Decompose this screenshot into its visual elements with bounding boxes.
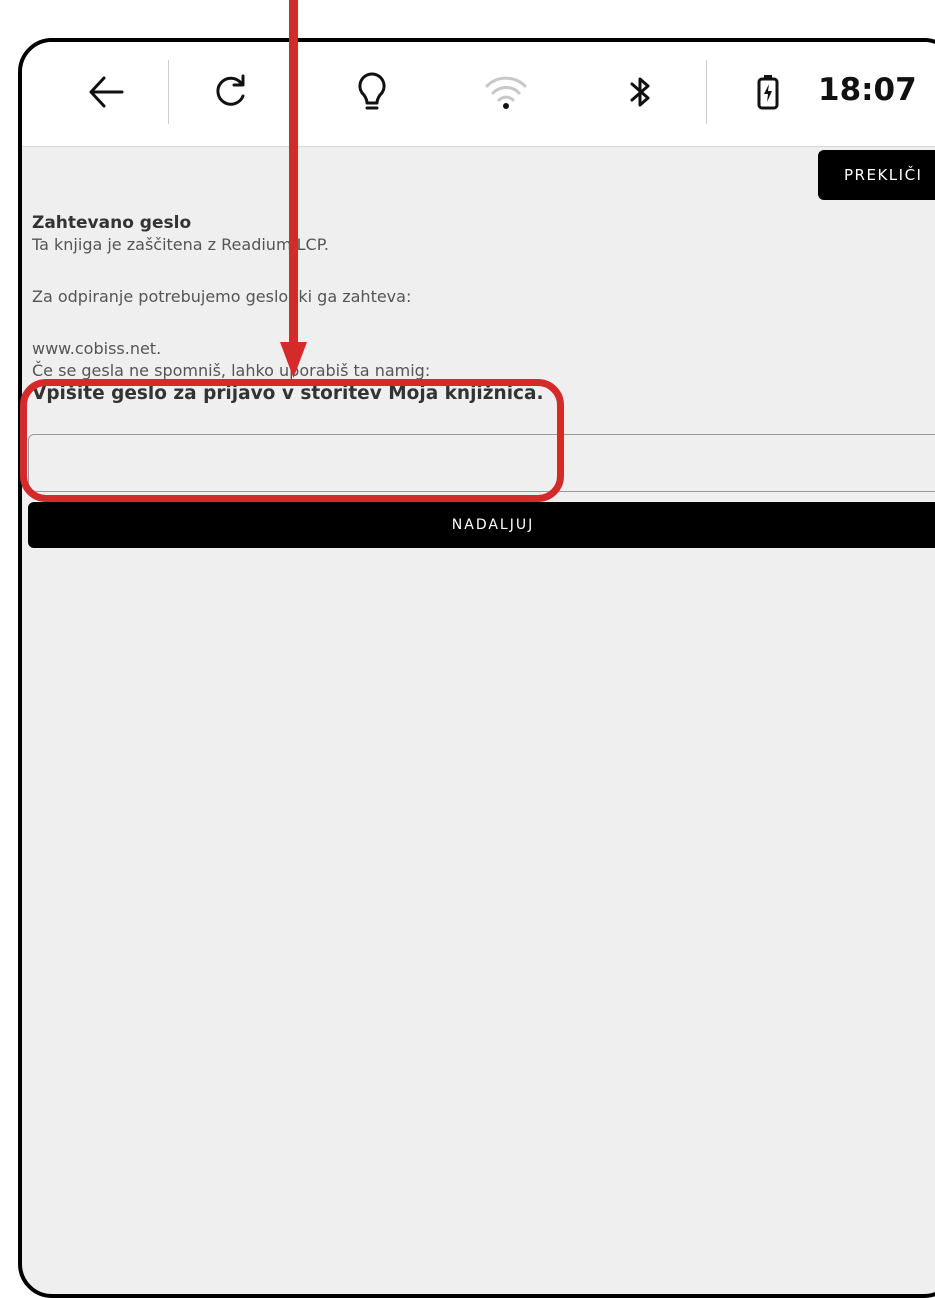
hint-text: Če se gesla ne spomniš, lahko uporabiš t… [32,361,431,380]
bluetooth-icon[interactable] [612,64,668,120]
wifi-icon[interactable] [478,64,534,120]
dialog-text: www.cobiss.net. [32,339,162,358]
back-arrow-icon[interactable] [78,64,134,120]
light-bulb-icon[interactable] [344,64,400,120]
dialog-title: Zahtevano geslo [32,213,192,233]
password-prompt: Vpišite geslo za prijavo v storitev Moja… [32,383,544,404]
device-screen: 18:07 PREKLIČI Zahtevano geslo Ta knjiga… [18,38,935,1298]
dialog-text: Ta knjiga je zaščitena z Readium LCP. [32,235,329,254]
toolbar-divider [706,60,707,124]
cancel-button[interactable]: PREKLIČI [818,150,935,200]
battery-icon [740,64,796,120]
clock: 18:07 [818,72,917,108]
continue-button[interactable]: NADALJUJ [28,502,935,548]
password-input[interactable] [28,434,935,492]
dialog-text: Za odpiranje potrebujemo geslo, ki ga za… [32,287,412,306]
toolbar-divider [168,60,169,124]
status-toolbar: 18:07 [22,42,935,147]
password-dialog: Zahtevano geslo Ta knjiga je zaščitena z… [32,212,932,406]
refresh-icon[interactable] [202,64,258,120]
